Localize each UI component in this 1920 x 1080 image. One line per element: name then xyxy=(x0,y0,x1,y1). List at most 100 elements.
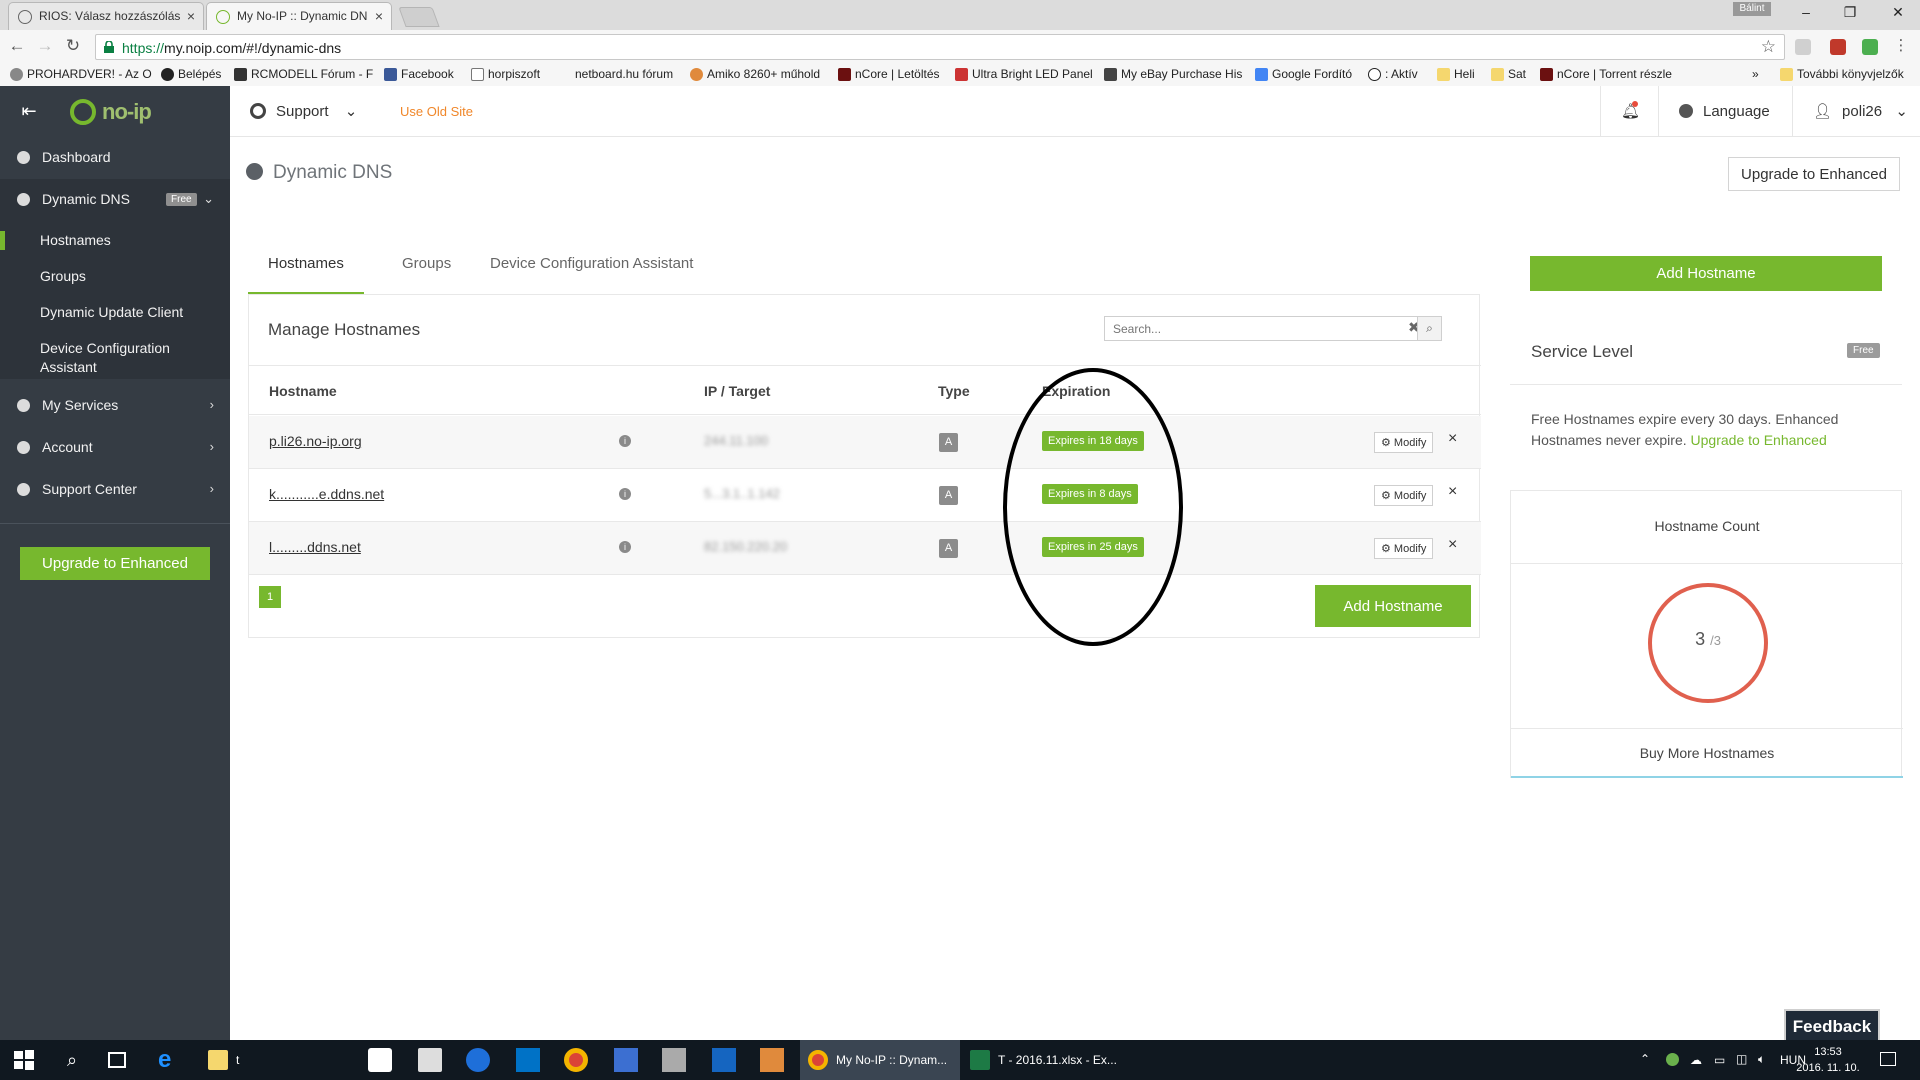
tab-hostnames[interactable]: Hostnames xyxy=(248,245,364,295)
feedback-button[interactable]: Feedback xyxy=(1784,1009,1880,1040)
modify-button[interactable]: ⚙ Modify xyxy=(1374,432,1434,453)
bookmark-item[interactable]: nCore | Torrent részle xyxy=(1540,67,1672,81)
column-header-ip[interactable]: IP / Target xyxy=(704,383,770,399)
minimize-window-icon[interactable]: – xyxy=(1794,4,1818,24)
menu-collapse-icon[interactable]: ⇤ xyxy=(0,86,58,137)
delete-hostname-icon[interactable]: × xyxy=(1448,536,1457,554)
hd-extension-icon[interactable] xyxy=(1795,39,1811,55)
windows-start-icon[interactable] xyxy=(12,1048,36,1072)
pagination-page-1[interactable]: 1 xyxy=(259,586,281,608)
restore-window-icon[interactable]: ❐ xyxy=(1838,4,1862,24)
profile-chip[interactable]: Bálint xyxy=(1733,2,1771,16)
other-bookmarks-folder[interactable]: További könyvjelzők xyxy=(1780,67,1904,81)
notifications-button[interactable]: 🔔︎ xyxy=(1600,86,1658,137)
bookmark-item[interactable]: RCMODELL Fórum - F xyxy=(234,67,373,81)
onedrive-icon[interactable]: ☁ xyxy=(1690,1053,1702,1067)
taskbar-app-excel[interactable]: T - 2016.11.xlsx - Ex... xyxy=(962,1040,1122,1080)
omnibox[interactable]: https://my.noip.com/#!/dynamic-dns ☆ xyxy=(95,34,1785,60)
new-tab-button[interactable] xyxy=(398,7,440,27)
browser-tab-rios[interactable]: RIOS: Válasz hozzászólás × xyxy=(8,2,204,30)
sidebar-item-dashboard[interactable]: Dashboard xyxy=(0,137,230,177)
close-tab-icon[interactable]: × xyxy=(375,8,383,24)
bookmark-folder[interactable]: Heli xyxy=(1437,67,1475,81)
sidebar-item-dynamic-dns[interactable]: Dynamic DNS Free ⌄ xyxy=(0,179,230,219)
chrome-icon[interactable] xyxy=(564,1048,588,1072)
bookmark-star-icon[interactable]: ☆ xyxy=(1761,37,1776,57)
bookmark-item[interactable]: PROHARDVER! - Az O xyxy=(10,67,152,81)
language-menu[interactable]: Language xyxy=(1658,86,1792,137)
bookmarks-overflow-chevron-icon[interactable]: » xyxy=(1752,67,1759,81)
bookmark-item[interactable]: nCore | Letöltés xyxy=(838,67,940,81)
tray-app-icon[interactable] xyxy=(1666,1053,1679,1066)
bookmark-item[interactable]: Ultra Bright LED Panel xyxy=(955,67,1093,81)
search-button[interactable]: ⌕ xyxy=(1417,316,1442,341)
info-icon[interactable]: i xyxy=(619,488,631,500)
clock[interactable]: 13:53 2016. 11. 10. xyxy=(1794,1044,1862,1076)
sidebar-item-account[interactable]: Account › xyxy=(0,427,230,467)
forward-icon[interactable]: → xyxy=(34,36,56,58)
calculator-icon[interactable] xyxy=(418,1048,442,1072)
back-icon[interactable]: ← xyxy=(6,36,28,58)
use-old-site-link[interactable]: Use Old Site xyxy=(400,104,473,119)
sidebar-item-groups[interactable]: Groups xyxy=(0,267,230,286)
bookmark-item[interactable]: My eBay Purchase His xyxy=(1104,67,1242,81)
hostname-link[interactable]: k...........e.ddns.net xyxy=(269,486,384,502)
close-tab-icon[interactable]: × xyxy=(187,8,195,24)
app-icon[interactable] xyxy=(662,1048,686,1072)
sidebar-item-my-services[interactable]: My Services › xyxy=(0,385,230,425)
store-icon[interactable] xyxy=(368,1048,392,1072)
network-app-icon[interactable] xyxy=(614,1048,638,1072)
chevron-up-icon[interactable]: ⌃ xyxy=(1640,1052,1650,1066)
close-window-icon[interactable]: ✕ xyxy=(1886,4,1910,24)
taskbar-app-explorer[interactable]: t xyxy=(200,1040,260,1080)
hostname-link[interactable]: p.li26.no-ip.org xyxy=(269,433,362,449)
info-icon[interactable]: i xyxy=(619,541,631,553)
upgrade-to-enhanced-link[interactable]: Upgrade to Enhanced xyxy=(1691,432,1827,448)
modify-button[interactable]: ⚙ Modify xyxy=(1374,485,1434,506)
xplane-icon[interactable] xyxy=(760,1048,784,1072)
bookmark-item[interactable]: horpiszoft xyxy=(471,67,540,81)
search-icon[interactable]: ⌕ xyxy=(60,1048,84,1072)
volume-icon[interactable]: 🔈︎ xyxy=(1758,1052,1765,1067)
task-view-icon[interactable] xyxy=(108,1052,126,1068)
bookmark-item[interactable]: netboard.hu fórum xyxy=(558,67,673,81)
shield-extension-icon[interactable] xyxy=(1830,39,1846,55)
thunderbird-icon[interactable] xyxy=(466,1048,490,1072)
tab-groups[interactable]: Groups xyxy=(382,245,471,295)
tab-device-configuration-assistant[interactable]: Device Configuration Assistant xyxy=(470,245,713,295)
modify-button[interactable]: ⚙ Modify xyxy=(1374,538,1434,559)
upgrade-to-enhanced-button[interactable]: Upgrade to Enhanced xyxy=(1728,157,1900,191)
buy-more-hostnames-link[interactable]: Buy More Hostnames xyxy=(1511,728,1903,778)
bookmark-item[interactable]: Google Fordító xyxy=(1255,67,1352,81)
bookmark-folder[interactable]: Sat xyxy=(1491,67,1526,81)
taskbar-app-chrome[interactable]: My No-IP :: Dynam... xyxy=(800,1040,960,1080)
action-center-icon[interactable] xyxy=(1880,1052,1896,1066)
add-hostname-button[interactable]: Add Hostname xyxy=(1315,585,1471,627)
browser-menu-icon[interactable]: ⋮ xyxy=(1890,36,1912,58)
edge-icon[interactable]: e xyxy=(158,1048,182,1072)
column-header-hostname[interactable]: Hostname xyxy=(269,383,337,399)
column-header-type[interactable]: Type xyxy=(938,383,970,399)
browser-tab-noip[interactable]: My No-IP :: Dynamic DN × xyxy=(206,2,392,30)
delete-hostname-icon[interactable]: × xyxy=(1448,430,1457,448)
bookmark-item[interactable]: : Aktív xyxy=(1368,67,1418,81)
column-header-expiration[interactable]: Expiration xyxy=(1042,383,1110,399)
info-icon[interactable]: i xyxy=(619,435,631,447)
network-icon[interactable]: ◫ xyxy=(1736,1052,1747,1066)
logo[interactable]: no-ip xyxy=(58,86,230,137)
bookmark-item[interactable]: Facebook xyxy=(384,67,454,81)
add-hostname-button[interactable]: Add Hostname xyxy=(1530,256,1882,291)
bookmark-item[interactable]: Belépés xyxy=(161,67,221,81)
delete-hostname-icon[interactable]: × xyxy=(1448,483,1457,501)
sidebar-item-support-center[interactable]: Support Center › xyxy=(0,469,230,509)
support-dropdown[interactable]: Support ⌄ xyxy=(250,102,357,120)
reload-icon[interactable]: ↻ xyxy=(62,36,84,58)
search-input[interactable] xyxy=(1105,317,1405,340)
outlook-icon[interactable] xyxy=(516,1048,540,1072)
hostname-link[interactable]: l.........ddns.net xyxy=(269,539,361,555)
rf-app-icon[interactable] xyxy=(712,1048,736,1072)
bookmark-item[interactable]: Amiko 8260+ műhold xyxy=(690,67,820,81)
sidebar-upgrade-button[interactable]: Upgrade to Enhanced xyxy=(20,547,210,580)
grid-extension-icon[interactable] xyxy=(1862,39,1878,55)
user-menu[interactable]: 👤︎ poli26 ⌄ xyxy=(1792,86,1920,137)
